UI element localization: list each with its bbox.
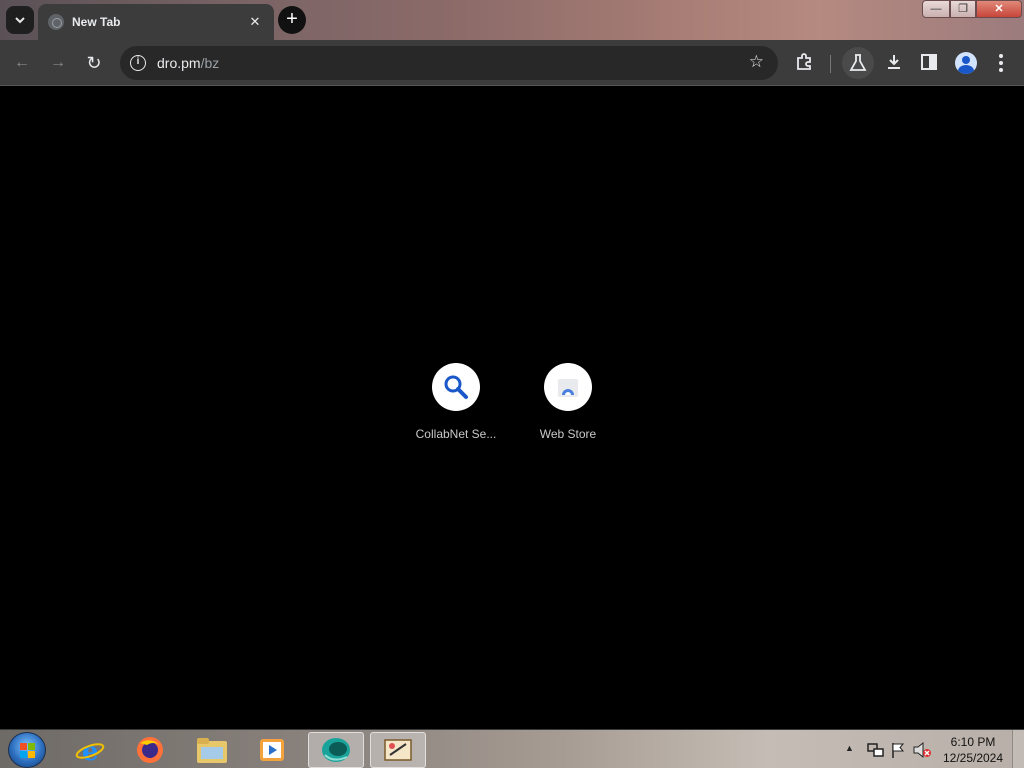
address-bar[interactable]: i dro.pm/bz ☆ xyxy=(120,46,778,80)
site-info-icon[interactable]: i xyxy=(130,55,146,71)
url-text[interactable]: dro.pm/bz xyxy=(157,55,219,71)
toolbar-separator xyxy=(830,55,831,73)
shortcut-label: Web Store xyxy=(539,427,597,441)
firefox-icon xyxy=(137,737,163,763)
side-panel-icon[interactable] xyxy=(920,53,938,71)
window-close-button[interactable]: ✕ xyxy=(976,0,1022,18)
url-host: dro.pm xyxy=(157,55,201,71)
taskbar-firefox[interactable] xyxy=(122,732,178,768)
new-tab-button[interactable]: + xyxy=(278,6,306,34)
taskbar-internet-explorer[interactable]: e xyxy=(62,732,118,768)
close-tab-icon[interactable]: ✕ xyxy=(246,14,264,30)
profile-avatar[interactable] xyxy=(955,52,977,74)
forward-icon[interactable]: → xyxy=(47,52,69,74)
internet-explorer-icon: e xyxy=(75,737,105,765)
tab-new-tab[interactable]: New Tab ✕ xyxy=(38,4,274,40)
taskbar-paint-app[interactable] xyxy=(370,732,426,768)
browser-title-bar: New Tab ✕ + — ❐ ✕ xyxy=(0,0,1024,40)
browser-toolbar: ← → ↻ i dro.pm/bz ☆ xyxy=(0,40,1024,86)
tab-search-button[interactable] xyxy=(6,6,34,34)
svg-text:e: e xyxy=(82,737,99,765)
show-hidden-icons-icon[interactable]: ▲ xyxy=(845,743,854,753)
flask-icon xyxy=(849,54,867,71)
chevron-down-icon xyxy=(15,17,25,24)
paint-app-icon xyxy=(384,739,412,761)
folder-icon xyxy=(197,738,227,763)
shortcut-icon-circle xyxy=(544,363,592,411)
media-player-icon xyxy=(260,739,284,761)
windows-logo-icon xyxy=(20,743,35,758)
download-icon[interactable] xyxy=(884,52,904,72)
new-tab-page: CollabNet Se... Web Store xyxy=(0,87,1024,729)
reload-icon[interactable]: ↻ xyxy=(83,52,105,74)
taskbar-media-player[interactable] xyxy=(244,732,300,768)
menu-kebab-icon[interactable] xyxy=(994,52,1008,74)
window-controls: — ❐ ✕ xyxy=(922,0,1022,18)
browser-app-icon xyxy=(322,738,350,762)
volume-muted-icon[interactable] xyxy=(912,741,932,759)
windows-taskbar: e ▲ 6:10 PM 12/25/2024 xyxy=(0,729,1024,768)
system-clock[interactable]: 6:10 PM 12/25/2024 xyxy=(940,734,1006,766)
clock-date: 12/25/2024 xyxy=(942,751,1004,765)
tab-title: New Tab xyxy=(72,15,121,29)
shortcut-web-store[interactable]: Web Store xyxy=(513,363,623,441)
labs-button[interactable] xyxy=(842,47,874,79)
globe-icon xyxy=(48,14,64,30)
extensions-puzzle-icon[interactable] xyxy=(794,52,814,72)
restore-button[interactable]: ❐ xyxy=(950,0,976,18)
back-icon[interactable]: ← xyxy=(11,52,33,74)
action-center-flag-icon[interactable] xyxy=(890,741,906,759)
web-store-icon xyxy=(558,379,578,397)
start-button[interactable] xyxy=(8,732,46,768)
taskbar-chrome[interactable] xyxy=(308,732,364,768)
shortcut-icon-circle xyxy=(432,363,480,411)
bookmark-star-icon[interactable]: ☆ xyxy=(749,52,764,72)
search-icon xyxy=(444,375,468,399)
show-desktop-button[interactable] xyxy=(1012,730,1024,768)
taskbar-file-explorer[interactable] xyxy=(184,732,240,768)
url-path: /bz xyxy=(200,55,220,71)
shortcut-label: CollabNet Se... xyxy=(415,427,497,441)
shortcut-collabnet[interactable]: CollabNet Se... xyxy=(401,363,511,441)
clock-time: 6:10 PM xyxy=(950,735,996,749)
minimize-button[interactable]: — xyxy=(922,0,950,18)
network-icon[interactable] xyxy=(866,741,884,759)
